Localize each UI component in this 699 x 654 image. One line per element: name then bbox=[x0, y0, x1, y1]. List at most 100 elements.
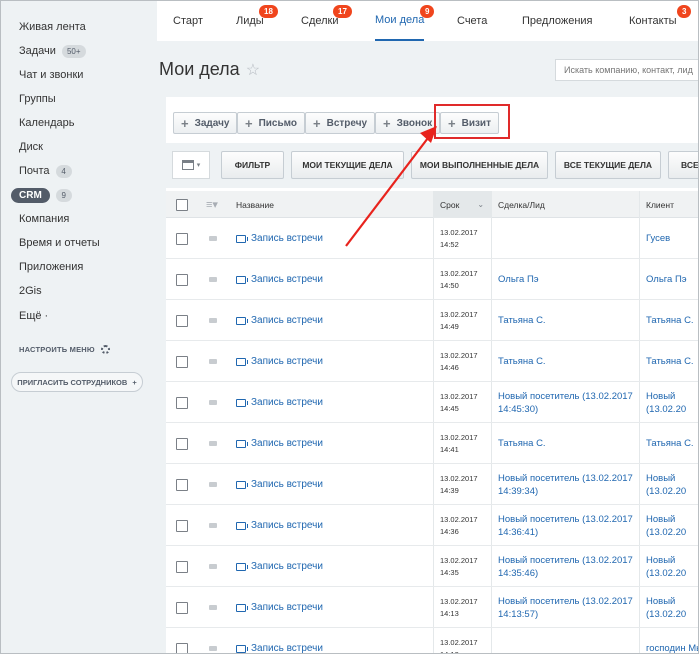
row-menu-icon[interactable] bbox=[209, 441, 217, 446]
client-link[interactable]: господин Мы bbox=[646, 642, 698, 653]
activity-title-link[interactable]: Запись встречи bbox=[236, 479, 323, 490]
table-row[interactable]: Запись встречи 13.02.2017 14:46 Татьяна С. Т… bbox=[166, 341, 698, 382]
sidebar-item-time[interactable]: Время и отчеты bbox=[19, 234, 100, 252]
search-input[interactable] bbox=[555, 59, 698, 81]
deal-link-line2[interactable]: 14:45:30) bbox=[498, 403, 538, 416]
filter-all-current[interactable]: ВСЕ ТЕКУЩИЕ ДЕЛА bbox=[555, 151, 661, 179]
table-row[interactable]: Запись встречи 13.02.2017 14:39 Новый посет… bbox=[166, 464, 698, 505]
add-email-button[interactable]: + Письмо bbox=[237, 112, 306, 134]
table-row[interactable]: Запись встречи 13.02.2017 14:50 Ольга Пэ Оль… bbox=[166, 259, 698, 300]
activity-title-link[interactable]: Запись встречи bbox=[236, 356, 323, 367]
activity-title-link[interactable]: Запись встречи bbox=[236, 315, 323, 326]
client-link-line2[interactable]: (13.02.20 bbox=[646, 485, 686, 498]
activity-title-link[interactable]: Запись встречи bbox=[236, 274, 323, 285]
add-meeting-button[interactable]: + Встречу bbox=[305, 112, 376, 134]
client-link[interactable]: Гусев bbox=[646, 232, 670, 245]
client-link[interactable]: Татьяна С. bbox=[646, 437, 694, 450]
table-row[interactable]: Запись встречи 13.02.2017 14:49 Татьяна С. Т… bbox=[166, 300, 698, 341]
client-link-line2[interactable]: (13.02.20 bbox=[646, 526, 686, 539]
row-menu-icon[interactable] bbox=[209, 605, 217, 610]
sidebar-item-feed[interactable]: Живая лента bbox=[19, 18, 86, 36]
deal-link[interactable]: Ольга Пэ bbox=[498, 273, 539, 286]
deal-link[interactable]: Новый посетитель (13.02.2017 bbox=[498, 595, 633, 608]
client-link[interactable]: Новый bbox=[646, 554, 675, 567]
client-link-line2[interactable]: (13.02.20 bbox=[646, 608, 686, 621]
deal-link[interactable]: Новый посетитель (13.02.2017 bbox=[498, 554, 633, 567]
row-checkbox[interactable] bbox=[176, 273, 188, 286]
row-menu-icon[interactable] bbox=[209, 318, 217, 323]
deal-link[interactable]: Новый посетитель (13.02.2017 bbox=[498, 390, 633, 403]
client-link[interactable]: Новый bbox=[646, 390, 675, 403]
client-link-line2[interactable]: (13.02.20 bbox=[646, 567, 686, 580]
client-link[interactable]: Татьяна С. bbox=[646, 314, 694, 327]
table-row[interactable]: Запись встречи 13.02.2017 14:36 Новый посет… bbox=[166, 505, 698, 546]
row-menu-icon[interactable] bbox=[209, 236, 217, 241]
activity-title-link[interactable]: Запись встречи bbox=[236, 643, 323, 653]
activity-title-link[interactable]: Запись встречи bbox=[236, 397, 323, 408]
row-checkbox[interactable] bbox=[176, 232, 188, 245]
client-link[interactable]: Татьяна С. bbox=[646, 355, 694, 368]
deal-link-line2[interactable]: 14:36:41) bbox=[498, 526, 538, 539]
columns-menu-icon[interactable]: ≡▾ bbox=[206, 191, 218, 218]
row-checkbox[interactable] bbox=[176, 314, 188, 327]
sidebar-item-apps[interactable]: Приложения bbox=[19, 258, 83, 276]
configure-menu-button[interactable]: НАСТРОИТЬ МЕНЮ bbox=[19, 345, 110, 354]
row-checkbox[interactable] bbox=[176, 355, 188, 368]
sidebar-item-chat[interactable]: Чат и звонки bbox=[19, 66, 83, 84]
deal-link[interactable]: Татьяна С. bbox=[498, 437, 546, 450]
row-checkbox[interactable] bbox=[176, 396, 188, 409]
row-menu-icon[interactable] bbox=[209, 482, 217, 487]
sidebar-item-groups[interactable]: Группы bbox=[19, 90, 56, 108]
row-menu-icon[interactable] bbox=[209, 277, 217, 282]
row-checkbox[interactable] bbox=[176, 437, 188, 450]
tab-my-activities[interactable]: Мои дела 9 bbox=[375, 1, 435, 41]
tab-quotes[interactable]: Предложения bbox=[522, 1, 593, 41]
deal-link-line2[interactable]: 14:13:57) bbox=[498, 608, 538, 621]
activity-title-link[interactable]: Запись встречи bbox=[236, 561, 323, 572]
deal-link[interactable]: Новый посетитель (13.02.2017 bbox=[498, 513, 633, 526]
client-link-line2[interactable]: (13.02.20 bbox=[646, 403, 686, 416]
row-checkbox[interactable] bbox=[176, 560, 188, 573]
row-menu-icon[interactable] bbox=[209, 646, 217, 651]
header-client[interactable]: Клиент bbox=[646, 191, 674, 218]
tab-contacts[interactable]: Контакты 3 bbox=[629, 1, 692, 41]
select-all-checkbox[interactable] bbox=[176, 198, 188, 211]
client-link[interactable]: Ольга Пэ bbox=[646, 273, 687, 286]
table-row[interactable]: Запись встречи 13.02.2017 14:52 Гусев bbox=[166, 218, 698, 259]
view-mode-toggle[interactable]: ▾ bbox=[172, 151, 210, 179]
sidebar-item-disk[interactable]: Диск bbox=[19, 138, 43, 156]
row-checkbox[interactable] bbox=[176, 478, 188, 491]
filter-all-more[interactable]: ВСЕ В bbox=[668, 151, 698, 179]
star-icon[interactable]: ☆ bbox=[246, 60, 260, 80]
deal-link[interactable]: Татьяна С. bbox=[498, 314, 546, 327]
header-name[interactable]: Название bbox=[236, 191, 274, 218]
activity-title-link[interactable]: Запись встречи bbox=[236, 233, 323, 244]
deal-link[interactable]: Новый посетитель (13.02.2017 bbox=[498, 472, 633, 485]
sidebar-item-tasks[interactable]: Задачи 50+ bbox=[19, 42, 86, 60]
filter-my-completed[interactable]: МОИ ВЫПОЛНЕННЫЕ ДЕЛА bbox=[411, 151, 548, 179]
row-checkbox[interactable] bbox=[176, 642, 188, 653]
row-checkbox[interactable] bbox=[176, 519, 188, 532]
row-menu-icon[interactable] bbox=[209, 523, 217, 528]
tab-start[interactable]: Старт bbox=[173, 1, 203, 41]
add-call-button[interactable]: + Звонок bbox=[375, 112, 441, 134]
activity-title-link[interactable]: Запись встречи bbox=[236, 438, 323, 449]
sidebar-item-2gis[interactable]: 2Gis bbox=[19, 282, 42, 300]
filter-button[interactable]: ФИЛЬТР bbox=[221, 151, 284, 179]
activity-title-link[interactable]: Запись встречи bbox=[236, 520, 323, 531]
tab-invoices[interactable]: Счета bbox=[457, 1, 487, 41]
row-menu-icon[interactable] bbox=[209, 359, 217, 364]
table-row[interactable]: Запись встречи 13.02.2017 14:41 Татьяна С. Т… bbox=[166, 423, 698, 464]
add-task-button[interactable]: + Задачу bbox=[173, 112, 238, 134]
row-menu-icon[interactable] bbox=[209, 564, 217, 569]
deal-link-line2[interactable]: 14:39:34) bbox=[498, 485, 538, 498]
deal-link[interactable]: Татьяна С. bbox=[498, 355, 546, 368]
activity-title-link[interactable]: Запись встречи bbox=[236, 602, 323, 613]
header-deal[interactable]: Сделка/Лид bbox=[498, 191, 545, 218]
filter-my-current[interactable]: МОИ ТЕКУЩИЕ ДЕЛА bbox=[291, 151, 404, 179]
client-link[interactable]: Новый bbox=[646, 595, 675, 608]
sidebar-item-mail[interactable]: Почта 4 bbox=[19, 162, 72, 180]
tab-deals[interactable]: Сделки 17 bbox=[301, 1, 352, 41]
client-link[interactable]: Новый bbox=[646, 472, 675, 485]
tab-leads[interactable]: Лиды 18 bbox=[236, 1, 278, 41]
